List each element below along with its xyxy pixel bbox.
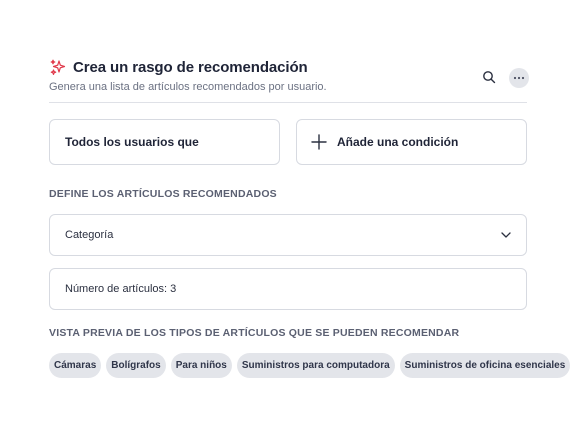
item-count-field[interactable]: Número de artículos: 3 — [49, 268, 527, 310]
category-chip[interactable]: Bolígrafos — [106, 353, 166, 378]
title-row: Crea un rasgo de recomendación — [49, 58, 308, 76]
preview-heading: VISTA PREVIA DE LOS TIPOS DE ARTÍCULOS Q… — [49, 327, 460, 339]
add-condition-label: Añade una condición — [337, 135, 459, 149]
all-users-card[interactable]: Todos los usuarios que — [49, 119, 280, 165]
more-options-button[interactable] — [509, 68, 529, 88]
page-title: Crea un rasgo de recomendación — [73, 58, 308, 76]
category-chip[interactable]: Cámaras — [49, 353, 102, 378]
recommendation-trait-panel: Crea un rasgo de recomendación Genera un… — [49, 58, 571, 378]
chevron-down-icon — [500, 229, 512, 241]
category-chip[interactable]: Suministros para computadora — [236, 353, 395, 378]
search-icon[interactable] — [481, 69, 497, 85]
add-condition-button[interactable]: Añade una condición — [296, 119, 527, 165]
category-select-value: Categoría — [65, 229, 114, 241]
sparkle-icon — [49, 58, 67, 76]
page-subtitle: Genera una lista de artículos recomendad… — [49, 81, 327, 93]
more-horizontal-icon — [513, 76, 525, 80]
all-users-label: Todos los usuarios que — [65, 135, 199, 149]
audience-row: Todos los usuarios que Añade una condici… — [49, 119, 527, 167]
plus-icon — [310, 133, 328, 151]
preview-chip-list: Cámaras Bolígrafos Para niños Suministro… — [49, 353, 571, 378]
category-chip[interactable]: Suministros de oficina esenciales — [399, 353, 571, 378]
item-count-text: Número de artículos: 3 — [65, 283, 177, 295]
category-chip[interactable]: Para niños — [170, 353, 232, 378]
define-items-heading: DEFINE LOS ARTÍCULOS RECOMENDADOS — [49, 188, 277, 200]
panel-header: Crea un rasgo de recomendación Genera un… — [49, 58, 529, 103]
category-select[interactable]: Categoría — [49, 214, 527, 256]
